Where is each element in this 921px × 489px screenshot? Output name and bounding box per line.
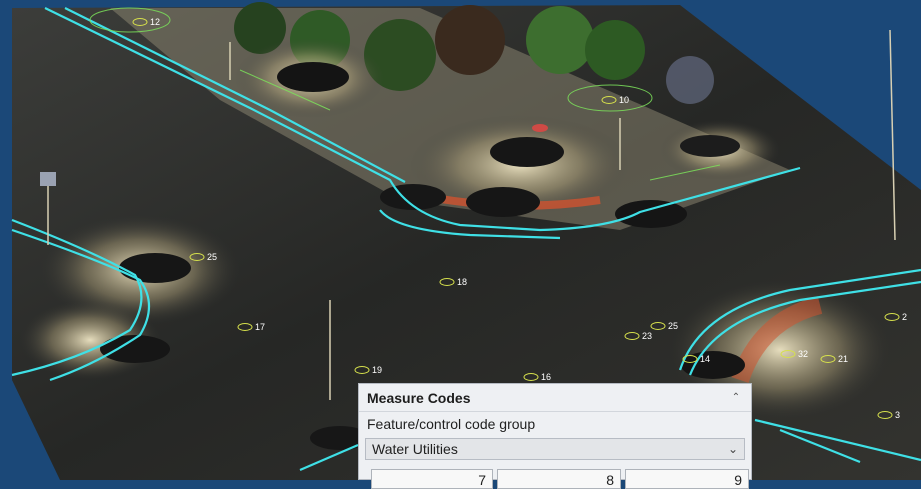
point-label: 12: [150, 17, 160, 27]
point-label: 25: [668, 321, 678, 331]
paint-mark: [532, 124, 548, 132]
code-button-9[interactable]: 9: [625, 469, 749, 489]
manhole: [490, 137, 564, 167]
point-label: 2: [902, 312, 907, 322]
code-button-7[interactable]: 7: [371, 469, 493, 489]
point-label: 21: [838, 354, 848, 364]
manhole: [466, 187, 540, 217]
point-label: 32: [798, 349, 808, 359]
point-label: 19: [372, 365, 382, 375]
manhole: [119, 253, 191, 283]
point-label: 14: [700, 354, 710, 364]
point-label: 18: [457, 277, 467, 287]
collapse-chevron-icon[interactable]: ⌃: [729, 392, 743, 403]
code-group-value: Water Utilities: [372, 441, 458, 457]
chevron-down-icon: ⌄: [727, 442, 738, 456]
code-group-label: Feature/control code group: [367, 416, 536, 432]
manhole: [277, 62, 349, 92]
measure-codes-panel: Measure Codes ⌃ Feature/control code gro…: [358, 383, 752, 489]
code-buttons-row: 7 8 9: [371, 469, 749, 489]
sign: [40, 172, 56, 186]
point-label: 16: [541, 372, 551, 382]
panel-header: Measure Codes ⌃: [359, 384, 751, 412]
panel-title: Measure Codes: [367, 389, 471, 406]
code-button-8[interactable]: 8: [497, 469, 621, 489]
code-group-dropdown[interactable]: Water Utilities ⌄: [365, 438, 745, 460]
point-label: 17: [255, 322, 265, 332]
point-label: 10: [619, 95, 629, 105]
point-label: 25: [207, 252, 217, 262]
point-label: 23: [642, 331, 652, 341]
manhole: [680, 135, 740, 157]
manhole: [615, 200, 687, 228]
point-label: 3: [895, 410, 900, 420]
